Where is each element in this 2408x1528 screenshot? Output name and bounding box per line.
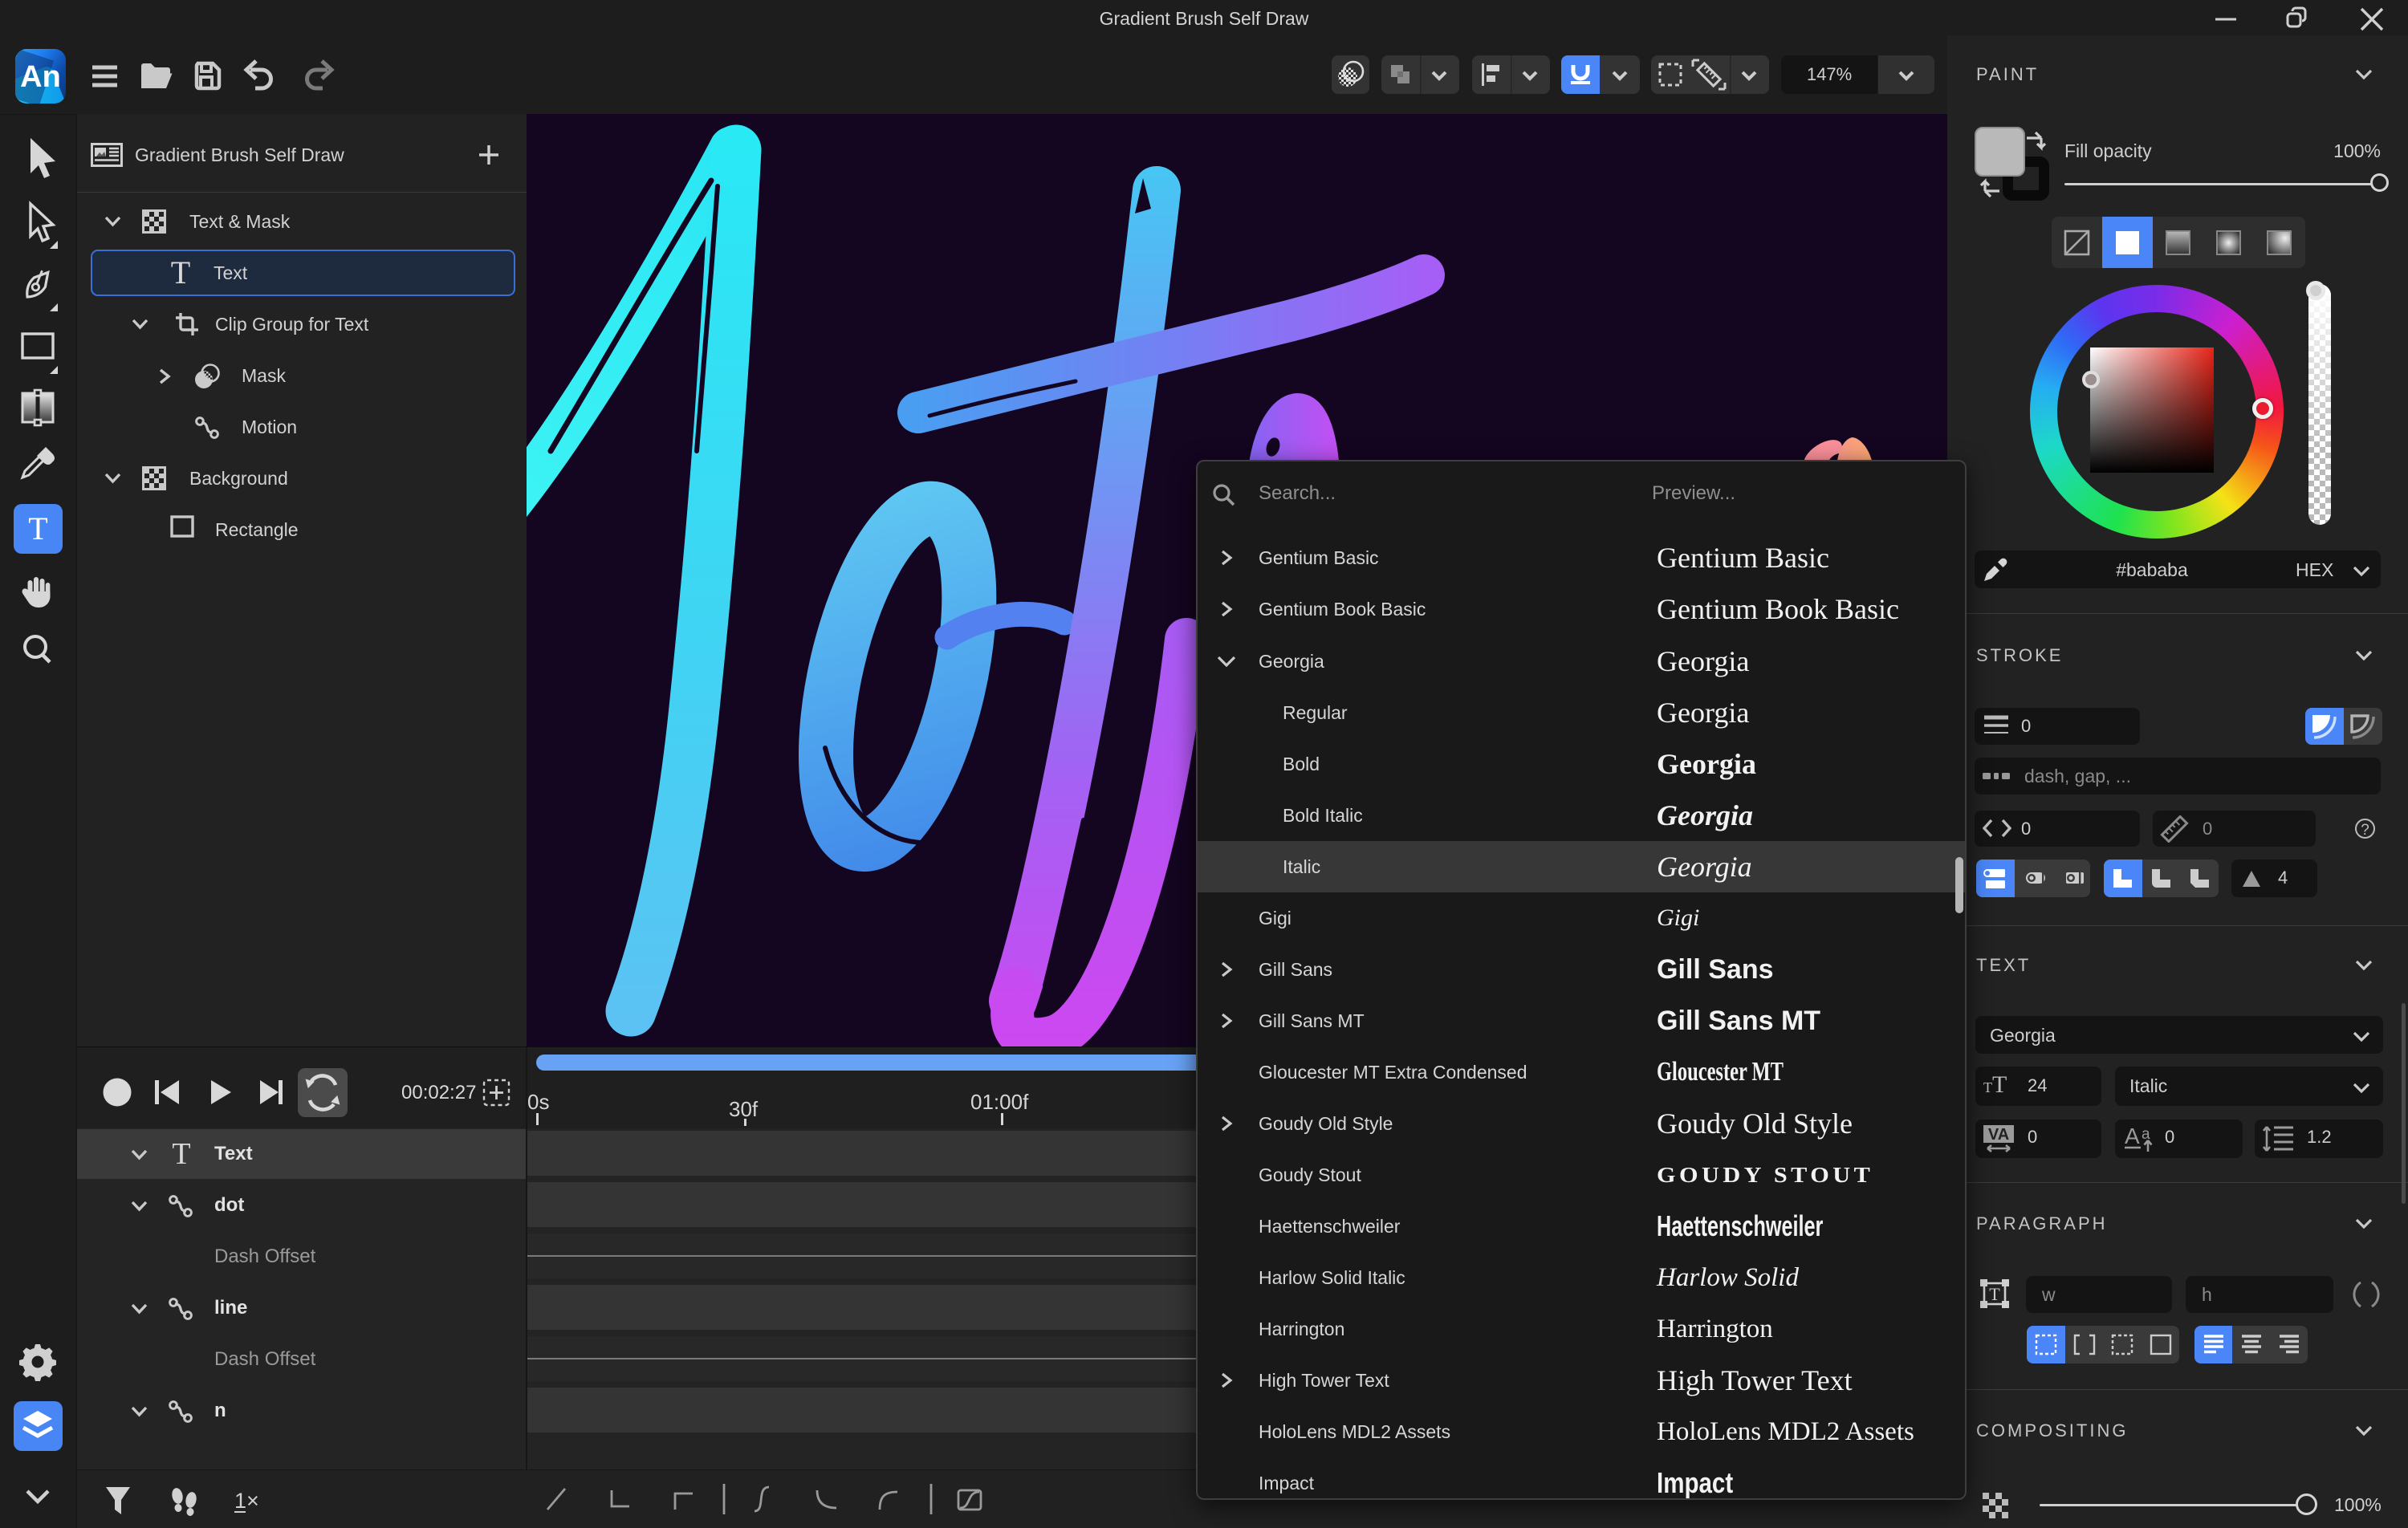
svg-text:T: T <box>1989 1284 2000 1304</box>
svg-text:A: A <box>2125 1124 2140 1148</box>
svg-text:1×: 1× <box>234 1489 259 1513</box>
svg-text:VA: VA <box>1988 1126 2009 1144</box>
svg-text:00:02:27: 00:02:27 <box>401 1082 476 1103</box>
